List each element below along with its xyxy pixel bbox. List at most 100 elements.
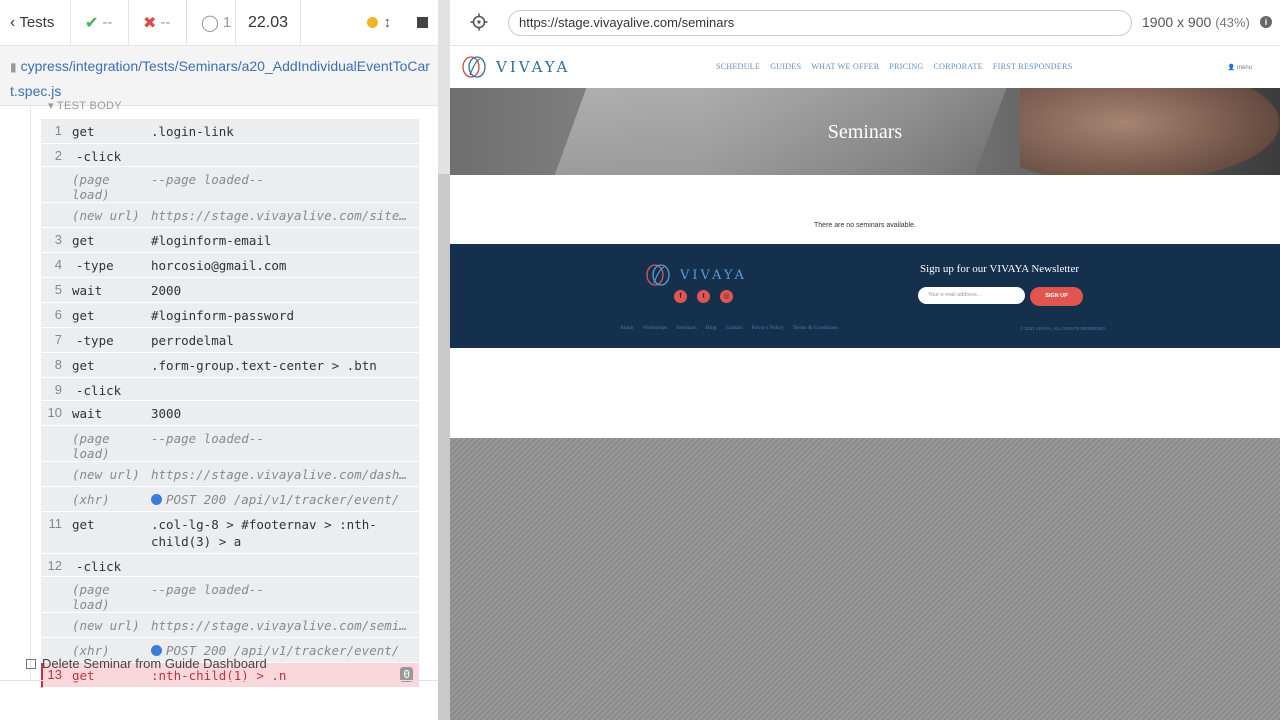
command-row[interactable]: (page load) --page loaded-- (41, 167, 419, 203)
command-name: -click (76, 383, 122, 398)
test-item-delete-seminar[interactable]: Delete Seminar from Guide Dashboard (26, 656, 267, 671)
command-row[interactable]: 6 get #loginform-password (41, 303, 419, 328)
command-number: 3 (54, 232, 62, 247)
command-number: 1 (54, 123, 62, 138)
reporter-scrollbar-thumb[interactable] (438, 0, 450, 174)
twitter-icon[interactable]: t (697, 290, 710, 303)
viewport-info: 1900 x 900 (43%) (1142, 14, 1250, 30)
info-icon[interactable]: i (1260, 16, 1272, 28)
auto-scroll-icon[interactable]: ↕ (384, 14, 392, 31)
site-nav-link[interactable]: SCHEDULE (716, 62, 760, 71)
command-row[interactable]: 4 -type horcosio@gmail.com (41, 253, 419, 278)
command-name: get (72, 124, 95, 139)
command-row[interactable]: 2 -click (41, 144, 419, 167)
command-row[interactable]: 1 get .login-link (41, 119, 419, 144)
social-links: f t ◎ (674, 290, 733, 303)
command-name: (new url) (72, 208, 140, 223)
command-row[interactable]: 3 get #loginform-email (41, 228, 419, 253)
reporter-header: ‹ Tests ✔ -- ✖ -- ◯ 1 22.03 ↕ (0, 0, 438, 46)
newsletter-title: Sign up for our VIVAYA Newsletter (920, 263, 1079, 275)
site-navbar: VIVAYA SCHEDULE GUIDES WHAT WE OFFER PRICIN… (450, 46, 1280, 88)
spec-path[interactable]: ▮ cypress/integration/Tests/Seminars/a20_… (0, 46, 438, 106)
command-number: 10 (47, 405, 62, 420)
command-name: wait (72, 283, 103, 298)
footer-links: About Workshops Seminars Blog Contact Privacy… (620, 325, 838, 331)
footer-logo-text: VIVAYA (680, 267, 747, 283)
footer-link[interactable]: Terms & Conditions (793, 325, 838, 331)
passed-count[interactable]: ✔ -- (71, 0, 129, 45)
xhr-status-dot-icon (151, 645, 162, 656)
command-number (41, 487, 72, 491)
site-nav-link[interactable]: PRICING (889, 62, 923, 71)
failed-value: -- (160, 14, 171, 31)
signup-button[interactable]: SIGN UP (1030, 287, 1083, 306)
test-body-label: ▾ TEST BODY (48, 100, 122, 112)
newsletter-email-input[interactable]: Your e-mail address... (918, 287, 1025, 304)
logo-text: VIVAYA (496, 58, 571, 76)
aut-empty-area (450, 438, 1280, 720)
command-row[interactable]: 12 -click (41, 554, 419, 577)
failed-count[interactable]: ✖ -- (129, 0, 187, 45)
command-name: -click (76, 559, 122, 574)
xhr-message: POST 200 /api/v1/tracker/event/ (166, 492, 400, 507)
test-body-text: TEST BODY (56, 100, 122, 112)
footer-link[interactable]: Contact (726, 325, 743, 331)
stop-icon[interactable] (417, 17, 428, 28)
command-row[interactable]: 9 -click (41, 378, 419, 401)
empty-message: There are no seminars available. (814, 222, 916, 229)
pending-count[interactable]: ◯ 1 (187, 0, 236, 45)
command-name: (xhr) (72, 492, 110, 507)
facebook-icon[interactable]: f (674, 290, 687, 303)
tests-button-label: Tests (19, 14, 55, 31)
vivaya-logo-icon (646, 264, 670, 286)
command-name: wait (72, 406, 103, 421)
reporter-panel: ‹ Tests ✔ -- ✖ -- ◯ 1 22.03 ↕ ▮ cypress/… (0, 0, 438, 720)
command-message: perrodelmal (151, 333, 234, 348)
command-row[interactable]: (xhr) POST 200 /api/v1/tracker/event/ (41, 487, 419, 512)
command-message: .login-link (151, 124, 234, 139)
command-number: 4 (54, 257, 62, 272)
site-footer: VIVAYA f t ◎ Sign up for our VIVAYA News… (450, 244, 1280, 348)
vivaya-logo-icon (462, 56, 486, 78)
tests-button[interactable]: ‹ Tests (0, 0, 71, 45)
command-name: get (72, 358, 95, 373)
command-message: --page loaded-- (151, 582, 264, 597)
command-row[interactable]: 5 wait 2000 (41, 278, 419, 303)
command-row[interactable]: (new url) https://stage.vivayalive.com/se… (41, 613, 419, 638)
command-name: -type (76, 258, 114, 273)
footer-link[interactable]: About (620, 325, 634, 331)
footer-link[interactable]: Seminars (676, 325, 696, 331)
running-indicator-icon (366, 17, 378, 28)
menu-link[interactable]: 👤 menu (1228, 64, 1252, 71)
footer-link[interactable]: Workshops (643, 325, 668, 331)
command-number (41, 638, 72, 642)
url-bar[interactable]: https://stage.vivayalive.com/seminars (508, 10, 1132, 36)
command-row[interactable]: 7 -type perrodelmal (41, 328, 419, 353)
footer-link[interactable]: Privacy Policy (752, 325, 784, 331)
footer-link[interactable]: Blog (706, 325, 717, 331)
site-logo[interactable]: VIVAYA (462, 56, 570, 78)
command-row[interactable]: (page load) --page loaded-- (41, 577, 419, 613)
instagram-icon[interactable]: ◎ (720, 290, 733, 303)
selector-playground-icon[interactable] (470, 13, 488, 31)
footer-logo[interactable]: VIVAYA (646, 264, 747, 286)
command-row[interactable]: (page load) --page loaded-- (41, 426, 419, 462)
command-row[interactable]: (new url) https://stage.vivayalive.com/si… (41, 203, 419, 228)
site-nav-link[interactable]: FIRST RESPONDERS (993, 62, 1073, 71)
command-row[interactable]: 11 get .col-lg-8 > #footernav > :nth-child… (41, 512, 419, 554)
command-number (41, 426, 72, 430)
site-nav-link[interactable]: CORPORATE (934, 62, 983, 71)
command-number: 11 (48, 516, 63, 531)
command-message: 3000 (151, 406, 182, 421)
command-row[interactable]: (new url) https://stage.vivayalive.com/da… (41, 462, 419, 487)
site-nav-link[interactable]: GUIDES (770, 62, 801, 71)
command-number: 9 (54, 382, 62, 397)
command-name: get (72, 233, 95, 248)
command-name: (page load) (72, 582, 110, 612)
copyright: © 2021 VIVAYA. ALL RIGHTS RESERVED. (1020, 326, 1107, 331)
site-nav-link[interactable]: WHAT WE OFFER (811, 62, 879, 71)
command-row[interactable]: 10 wait 3000 (41, 401, 419, 426)
command-row[interactable]: 8 get .form-group.text-center > .btn (41, 353, 419, 378)
hero-banner: Seminars (450, 88, 1280, 175)
spec-path-line1: cypress/integration/Tests/Seminars/a20_A… (20, 58, 430, 74)
